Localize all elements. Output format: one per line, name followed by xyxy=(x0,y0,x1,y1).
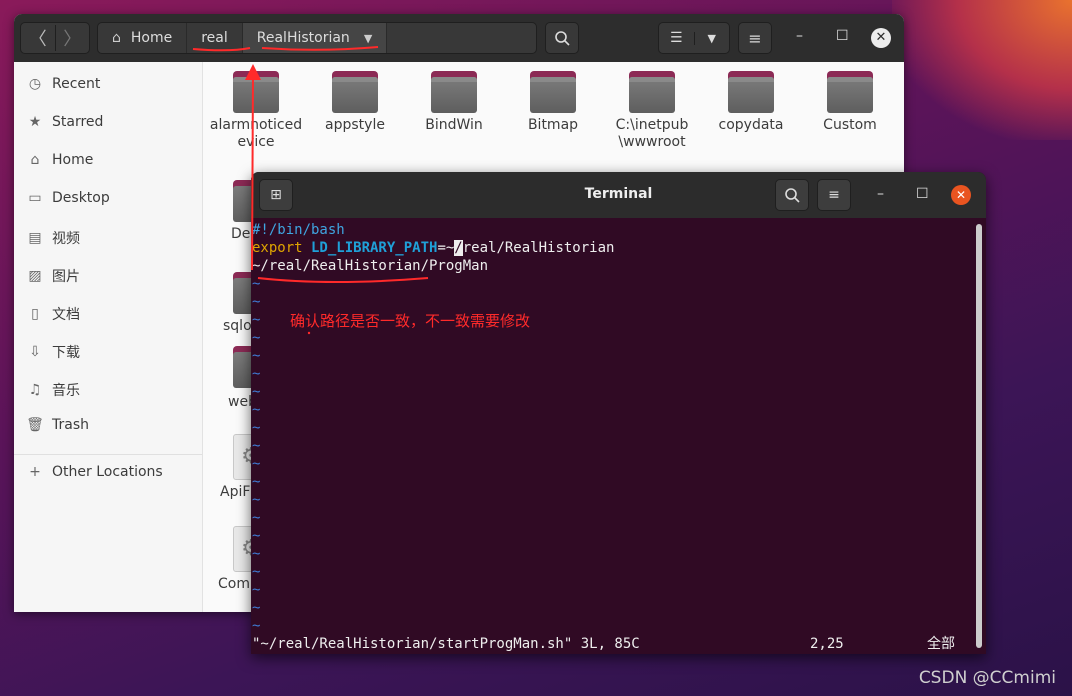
underline-path xyxy=(257,277,429,283)
arrow-head xyxy=(245,64,261,80)
underline-realhistorian xyxy=(261,46,379,51)
arrow-line xyxy=(251,71,254,271)
underline-real xyxy=(192,47,251,52)
annotation-markup xyxy=(192,46,429,335)
dot-mark xyxy=(307,331,311,335)
watermark: CSDN @CCmimi xyxy=(918,668,1056,688)
